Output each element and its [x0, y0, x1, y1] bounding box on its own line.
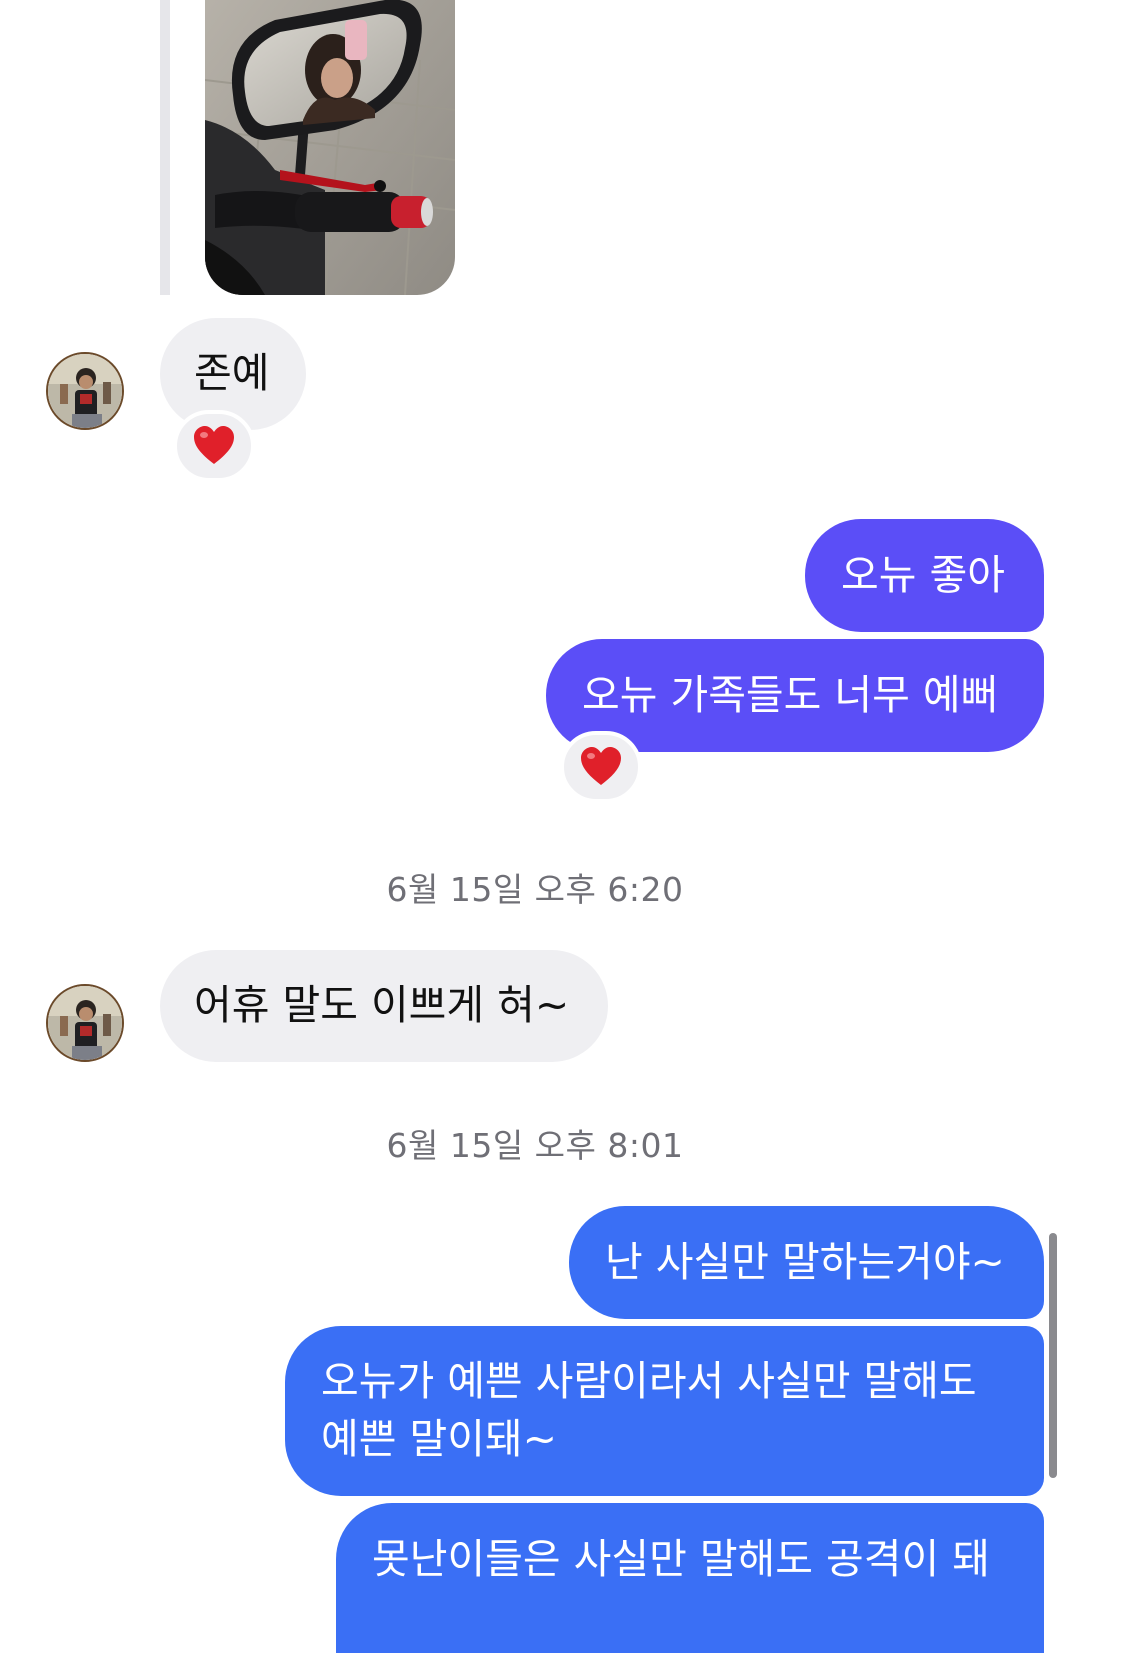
- message-bubble-received[interactable]: 어휴 말도 이쁘게 혀~: [160, 950, 608, 1062]
- timestamp: 6월 15일 오후 6:20: [386, 870, 684, 909]
- timestamp: 6월 15일 오후 8:01: [386, 1126, 684, 1165]
- message-text: 난 사실만 말하는거야~: [605, 1238, 1005, 1286]
- avatar[interactable]: [46, 984, 124, 1062]
- message-reaction[interactable]: [173, 410, 255, 482]
- mirror-selfie-photo-icon: [205, 0, 455, 295]
- shared-photo[interactable]: [205, 0, 455, 295]
- message-bubble-sent[interactable]: 오뉴가 예쁜 사람이라서 사실만 말해도 예쁜 말이돼~: [285, 1326, 1044, 1496]
- reply-quote-bar: [160, 0, 170, 295]
- message-text: 못난이들은 사실만 말해도 공격이 돼: [372, 1535, 990, 1583]
- message-text: 오뉴 가족들도 너무 예뻐: [582, 671, 999, 719]
- avatar[interactable]: [46, 352, 124, 430]
- message-text: 존예: [194, 349, 270, 397]
- avatar-photo-icon: [48, 354, 122, 428]
- message-text-line: 예쁜 말이돼~: [321, 1415, 557, 1463]
- message-text-line: 오뉴가 예쁜 사람이라서 사실만 말해도: [321, 1357, 977, 1405]
- scrollbar[interactable]: [1049, 1233, 1057, 1478]
- message-text: 오뉴 좋아: [841, 551, 1005, 599]
- heart-emoji-icon: [194, 426, 234, 464]
- message-bubble-sent[interactable]: 난 사실만 말하는거야~: [569, 1206, 1044, 1319]
- message-bubble-sent[interactable]: 못난이들은 사실만 말해도 공격이 돼: [336, 1503, 1044, 1653]
- message-bubble-sent[interactable]: 오뉴 좋아: [805, 519, 1044, 632]
- message-reaction[interactable]: [560, 731, 642, 803]
- avatar-photo-icon: [48, 986, 122, 1060]
- heart-emoji-icon: [581, 747, 621, 785]
- message-text: 어휴 말도 이쁘게 혀~: [194, 981, 570, 1029]
